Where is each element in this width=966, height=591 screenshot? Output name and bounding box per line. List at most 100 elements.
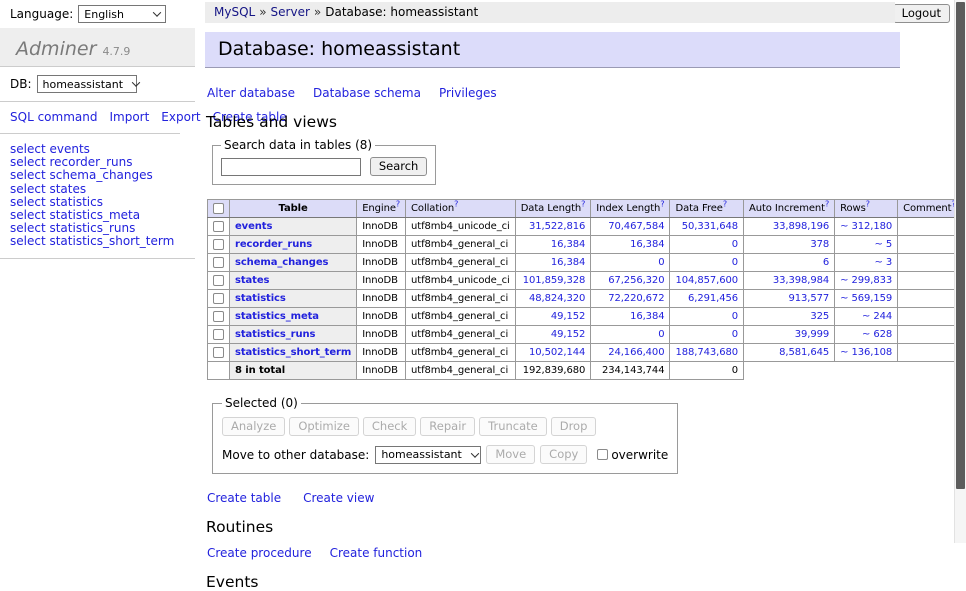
data-length-link[interactable]: 48,824,320 [529,293,585,304]
rows-link[interactable]: ~ 299,833 [840,275,892,286]
bulk-action-button[interactable]: Repair [420,417,475,436]
table-name-link[interactable]: statistics_runs [235,329,315,340]
column-help-link[interactable]: ? [723,200,727,209]
sidebar-table-link[interactable]: select states [10,183,195,196]
language-select[interactable]: English [78,5,166,23]
data-free-link[interactable]: 188,743,680 [675,347,738,358]
data-free-link[interactable]: 0 [732,257,738,268]
breadcrumb-link-server[interactable]: Server [271,5,310,19]
logout-button[interactable]: Logout [893,4,950,23]
sidebar-table-link[interactable]: select statistics_short_term [10,235,195,248]
data-free-cell: 188,743,680 [670,344,744,362]
index-length-link[interactable]: 0 [658,257,664,268]
row-checkbox[interactable] [213,239,224,250]
table-name-link[interactable]: recorder_runs [235,239,312,250]
data-length-link[interactable]: 16,384 [551,257,585,268]
db-select[interactable]: homeassistant [37,75,137,93]
sidebar-table-link[interactable]: select schema_changes [10,169,195,182]
overwrite-checkbox[interactable] [597,449,608,460]
data-length-link[interactable]: 49,152 [551,329,585,340]
index-length-link[interactable]: 24,166,400 [608,347,664,358]
rows-link[interactable]: ~ 312,180 [840,221,892,232]
data-length-link[interactable]: 31,522,816 [529,221,585,232]
select-all-checkbox[interactable] [213,203,224,214]
column-help-link[interactable]: ? [660,200,664,209]
row-checkbox[interactable] [213,257,224,268]
auto-increment-link[interactable]: 33,898,196 [773,221,829,232]
breadcrumb-link-mysql[interactable]: MySQL [214,5,255,19]
bulk-action-button[interactable]: Check [363,417,416,436]
column-help-link[interactable]: ? [581,200,585,209]
rows-link[interactable]: ~ 5 [875,239,893,250]
auto-increment-link[interactable]: 6 [823,257,829,268]
bulk-action-button[interactable]: Analyze [222,417,285,436]
sidebar-action-link[interactable]: Export [161,110,200,124]
auto-increment-link[interactable]: 325 [810,311,829,322]
index-length-link[interactable]: 72,220,672 [608,293,664,304]
index-length-link[interactable]: 70,467,584 [608,221,664,232]
data-length-link[interactable]: 101,859,328 [523,275,586,286]
table-row: statistics_meta InnoDB utf8mb4_general_c… [208,308,962,326]
rows-link[interactable]: ~ 628 [862,329,892,340]
move-db-select[interactable]: homeassistant [375,446,481,464]
table-name-link[interactable]: schema_changes [235,257,328,268]
table-name-link[interactable]: statistics_short_term [235,347,351,358]
table-name-link[interactable]: states [235,275,269,286]
sidebar-action-link[interactable]: SQL command [10,110,97,124]
row-checkbox[interactable] [213,311,224,322]
bulk-action-button[interactable]: Optimize [289,417,359,436]
rows-link[interactable]: ~ 244 [862,311,892,322]
total-trailing-empty [744,362,962,380]
database-action-link[interactable]: Privileges [439,86,497,100]
row-checkbox[interactable] [213,347,224,358]
table-name-link[interactable]: statistics [235,293,286,304]
auto-increment-link[interactable]: 913,577 [788,293,829,304]
comment-cell [898,308,961,326]
data-length-link[interactable]: 49,152 [551,311,585,322]
sidebar-action-link[interactable]: Import [109,110,149,124]
auto-increment-link[interactable]: 378 [810,239,829,250]
rows-link[interactable]: ~ 3 [875,257,893,268]
auto-increment-link[interactable]: 39,999 [795,329,829,340]
data-free-link[interactable]: 0 [732,239,738,250]
data-free-link[interactable]: 0 [732,329,738,340]
index-length-link[interactable]: 16,384 [630,239,664,250]
routine-create-link[interactable]: Create function [330,546,423,560]
row-checkbox[interactable] [213,329,224,340]
create-link[interactable]: Create table [207,491,281,505]
routine-create-link[interactable]: Create procedure [207,546,312,560]
create-link[interactable]: Create view [303,491,374,505]
bulk-action-button[interactable]: Truncate [479,417,547,436]
column-help-link[interactable]: ? [454,200,458,209]
row-checkbox[interactable] [213,275,224,286]
data-length-link[interactable]: 16,384 [551,239,585,250]
column-help-link[interactable]: ? [866,200,870,209]
index-length-link[interactable]: 0 [658,329,664,340]
table-name-link[interactable]: events [235,221,272,232]
search-input[interactable] [221,158,361,176]
row-checkbox[interactable] [213,293,224,304]
rows-link[interactable]: ~ 136,108 [840,347,892,358]
row-checkbox[interactable] [213,221,224,232]
table-name-link[interactable]: statistics_meta [235,311,319,322]
bulk-action-button[interactable]: Drop [551,417,597,436]
column-help-link[interactable]: ? [396,200,400,209]
scrollbar-thumb[interactable] [956,2,965,489]
database-action-link[interactable]: Alter database [207,86,295,100]
database-action-link[interactable]: Database schema [313,86,421,100]
rows-link[interactable]: ~ 569,159 [840,293,892,304]
scrollbar-track[interactable] [954,0,966,543]
index-length-link[interactable]: 67,256,320 [608,275,664,286]
data-length-link[interactable]: 10,502,144 [529,347,585,358]
copy-button[interactable]: Copy [540,445,587,464]
index-length-link[interactable]: 16,384 [630,311,664,322]
data-free-link[interactable]: 6,291,456 [688,293,738,304]
move-button[interactable]: Move [486,445,535,464]
auto-increment-link[interactable]: 33,398,984 [773,275,829,286]
data-free-link[interactable]: 50,331,648 [682,221,738,232]
column-help-link[interactable]: ? [825,200,829,209]
data-free-link[interactable]: 0 [732,311,738,322]
search-button[interactable]: Search [370,157,428,176]
data-free-link[interactable]: 104,857,600 [675,275,738,286]
auto-increment-link[interactable]: 8,581,645 [779,347,829,358]
